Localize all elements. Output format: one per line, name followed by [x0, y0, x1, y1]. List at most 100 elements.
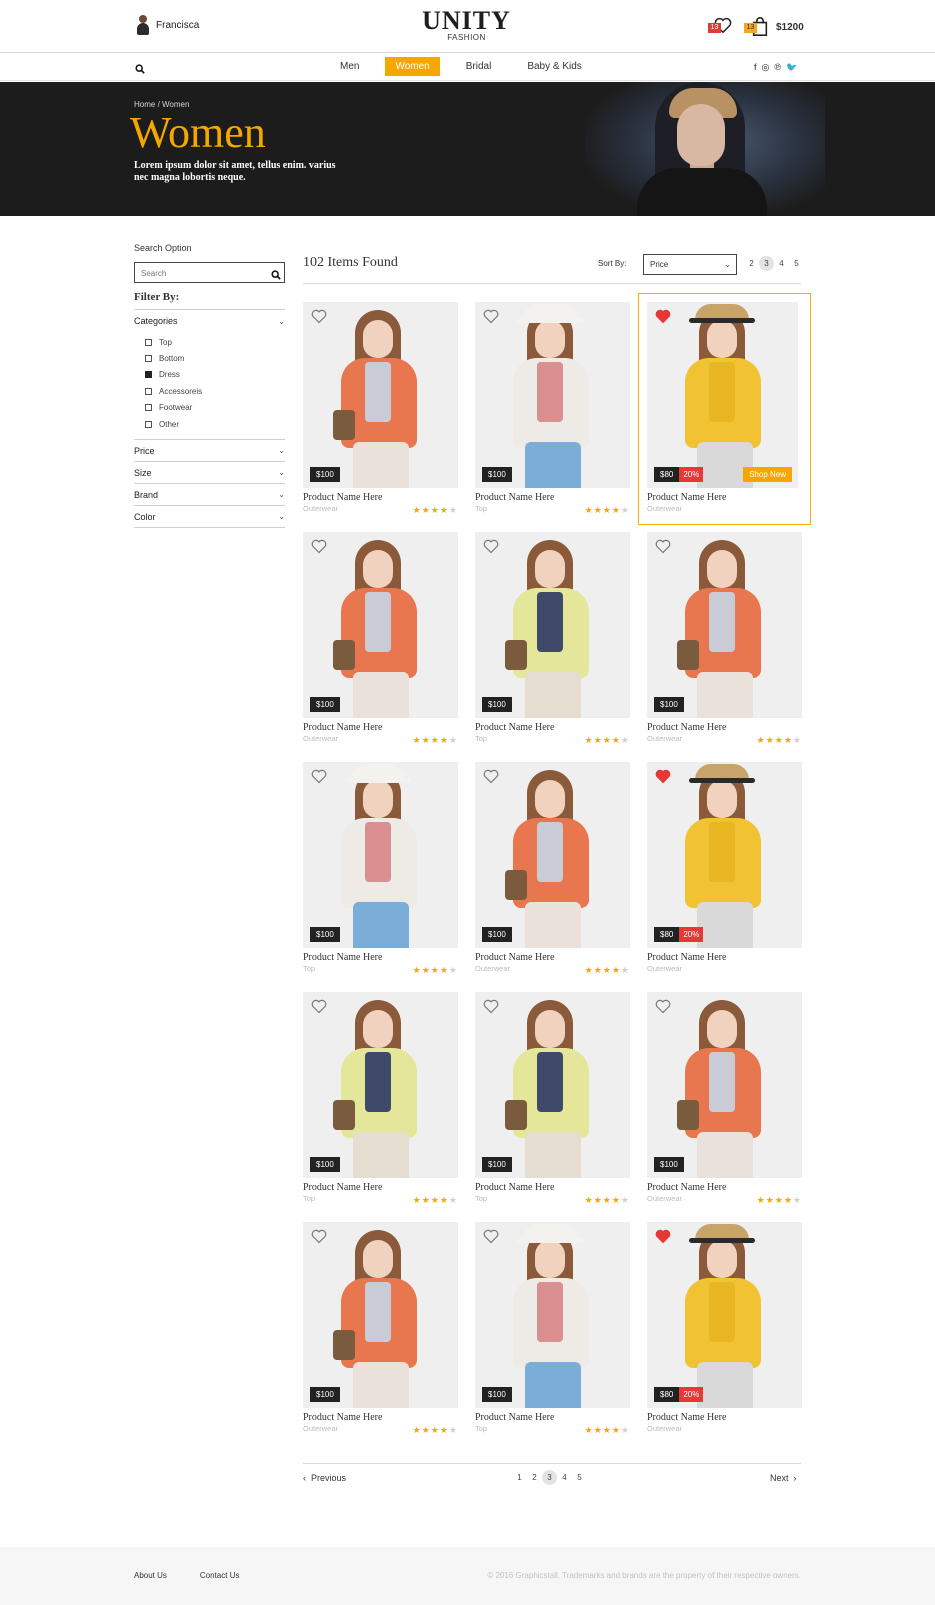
product-image[interactable]: $80 20% — [647, 1222, 802, 1408]
product-name[interactable]: Product Name Here — [475, 1181, 630, 1194]
product-image[interactable]: $100 — [303, 302, 458, 488]
heart-outline-icon[interactable] — [483, 309, 499, 329]
product-name[interactable]: Product Name Here — [475, 721, 630, 734]
product-image[interactable]: $80 20% — [647, 762, 802, 948]
filter-color-toggle[interactable]: Color ⌄ — [134, 506, 285, 529]
filter-brand-toggle[interactable]: Brand ⌄ — [134, 484, 285, 507]
page-4-button[interactable]: 4 — [557, 1470, 572, 1485]
product-card[interactable]: $100 Product Name Here Outerwear ★★★★★ — [303, 532, 458, 748]
search-icon[interactable] — [135, 61, 145, 79]
product-name[interactable]: Product Name Here — [647, 491, 798, 504]
product-name[interactable]: Product Name Here — [647, 721, 802, 734]
product-card[interactable]: $100 Product Name Here Outerwear ★★★★★ — [647, 992, 802, 1208]
instagram-icon[interactable]: ◎ — [762, 62, 770, 73]
category-option[interactable]: Footwear — [145, 400, 285, 416]
product-card[interactable]: $80 20% Shop New Product Name Here Outerwear — [638, 293, 811, 525]
product-name[interactable]: Product Name Here — [647, 951, 802, 964]
product-image[interactable]: $100 — [475, 532, 630, 718]
heart-outline-icon[interactable] — [311, 1229, 327, 1249]
wishlist-button[interactable]: 13 — [708, 17, 732, 37]
product-name[interactable]: Product Name Here — [303, 1411, 458, 1424]
product-image[interactable]: $100 — [647, 532, 802, 718]
product-name[interactable]: Product Name Here — [647, 1181, 802, 1194]
category-option[interactable]: Dress — [145, 367, 285, 383]
page-4-button[interactable]: 4 — [774, 256, 789, 271]
product-card[interactable]: $100 Product Name Here Outerwear ★★★★★ — [647, 532, 802, 748]
footer-link-contact[interactable]: Contact Us — [200, 1571, 240, 1580]
previous-page-button[interactable]: ‹ Previous — [303, 1473, 346, 1483]
page-5-button[interactable]: 5 — [789, 256, 804, 271]
cart-total[interactable]: $1200 — [776, 22, 804, 33]
category-checkbox[interactable] — [145, 387, 152, 395]
user-name[interactable]: Francisca — [156, 20, 199, 31]
page-3-button[interactable]: 3 — [759, 256, 774, 271]
heart-outline-icon[interactable] — [311, 769, 327, 789]
category-checkbox[interactable] — [145, 371, 152, 379]
product-name[interactable]: Product Name Here — [303, 491, 458, 504]
product-name[interactable]: Product Name Here — [303, 951, 458, 964]
page-2-button[interactable]: 2 — [527, 1470, 542, 1485]
page-5-button[interactable]: 5 — [572, 1470, 587, 1485]
category-option[interactable]: Bottom — [145, 350, 285, 366]
user-profile[interactable]: Francisca — [136, 15, 199, 35]
next-page-button[interactable]: Next › — [770, 1473, 797, 1483]
product-name[interactable]: Product Name Here — [647, 1411, 802, 1424]
category-checkbox[interactable] — [145, 355, 152, 363]
heart-filled-icon[interactable] — [655, 769, 671, 789]
footer-link-about[interactable]: About Us — [134, 1571, 167, 1580]
category-option[interactable]: Top — [145, 334, 285, 350]
product-card[interactable]: $100 Product Name Here Top ★★★★★ — [475, 1222, 630, 1438]
product-image[interactable]: $80 20% Shop New — [647, 302, 798, 488]
category-option[interactable]: Other — [145, 416, 285, 432]
product-card[interactable]: $100 Product Name Here Outerwear ★★★★★ — [303, 1222, 458, 1438]
heart-outline-icon[interactable] — [655, 539, 671, 559]
product-card[interactable]: $100 Product Name Here Top ★★★★★ — [475, 532, 630, 748]
page-1-button[interactable]: 1 — [512, 1470, 527, 1485]
category-checkbox[interactable] — [145, 404, 152, 412]
search-icon[interactable] — [271, 267, 281, 285]
product-name[interactable]: Product Name Here — [303, 1181, 458, 1194]
product-card[interactable]: $100 Product Name Here Top ★★★★★ — [475, 302, 630, 518]
nav-link-bridal[interactable]: Bridal — [456, 57, 502, 76]
category-checkbox[interactable] — [145, 420, 152, 428]
heart-outline-icon[interactable] — [483, 1229, 499, 1249]
categories-toggle[interactable]: Categories ⌄ — [134, 315, 285, 327]
nav-link-baby-kids[interactable]: Baby & Kids — [517, 57, 591, 76]
heart-outline-icon[interactable] — [311, 309, 327, 329]
pinterest-icon[interactable]: ℗ — [774, 62, 781, 73]
product-image[interactable]: $100 — [303, 992, 458, 1178]
heart-filled-icon[interactable] — [655, 309, 671, 329]
heart-outline-icon[interactable] — [483, 769, 499, 789]
cart-button[interactable]: 13 — [744, 17, 768, 37]
product-card[interactable]: $100 Product Name Here Top ★★★★★ — [303, 762, 458, 978]
heart-outline-icon[interactable] — [311, 539, 327, 559]
category-checkbox[interactable] — [145, 338, 152, 346]
product-image[interactable]: $100 — [303, 532, 458, 718]
search-input[interactable] — [135, 264, 260, 283]
filter-size-toggle[interactable]: Size ⌄ — [134, 462, 285, 485]
shop-now-button[interactable]: Shop New — [743, 467, 792, 482]
product-name[interactable]: Product Name Here — [303, 721, 458, 734]
product-card[interactable]: $100 Product Name Here Outerwear ★★★★★ — [303, 302, 458, 518]
product-card[interactable]: $100 Product Name Here Top ★★★★★ — [303, 992, 458, 1208]
product-name[interactable]: Product Name Here — [475, 1411, 630, 1424]
page-2-button[interactable]: 2 — [744, 256, 759, 271]
product-image[interactable]: $100 — [475, 762, 630, 948]
facebook-icon[interactable]: f — [754, 62, 757, 73]
product-card[interactable]: $80 20% Product Name Here Outerwear — [647, 1222, 802, 1438]
avatar[interactable] — [136, 15, 150, 35]
heart-outline-icon[interactable] — [655, 999, 671, 1019]
nav-link-women[interactable]: Women — [385, 57, 440, 76]
heart-outline-icon[interactable] — [483, 539, 499, 559]
heart-filled-icon[interactable] — [655, 1229, 671, 1249]
product-image[interactable]: $100 — [475, 302, 630, 488]
product-name[interactable]: Product Name Here — [475, 951, 630, 964]
product-card[interactable]: $100 Product Name Here Outerwear ★★★★★ — [475, 762, 630, 978]
filter-price-toggle[interactable]: Price ⌄ — [134, 440, 285, 463]
brand-logo[interactable]: UNITY FASHION — [414, 8, 519, 43]
product-name[interactable]: Product Name Here — [475, 491, 630, 504]
product-image[interactable]: $100 — [475, 992, 630, 1178]
category-option[interactable]: Accessoreis — [145, 383, 285, 399]
product-card[interactable]: $80 20% Product Name Here Outerwear — [647, 762, 802, 978]
product-image[interactable]: $100 — [303, 1222, 458, 1408]
